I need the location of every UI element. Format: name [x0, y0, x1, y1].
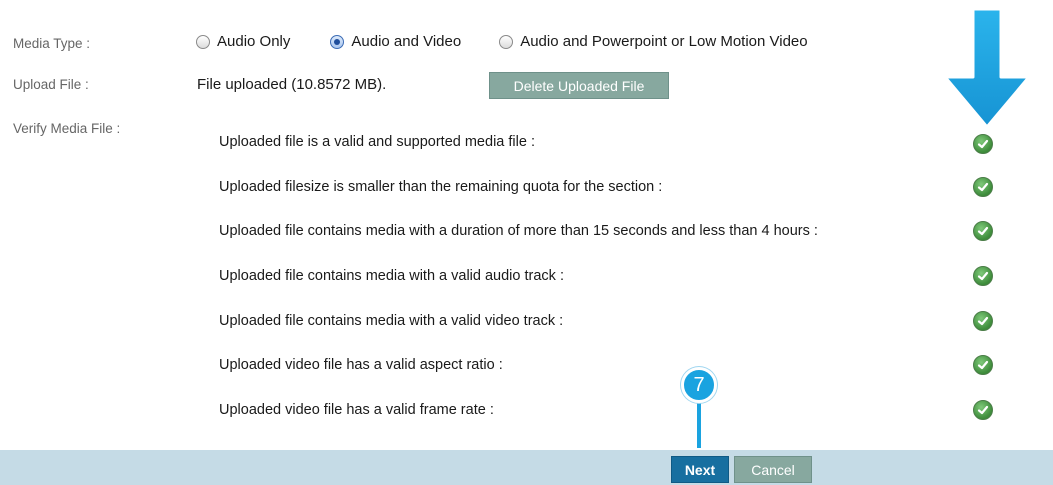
radio-label: Audio and Video	[351, 33, 462, 50]
verification-text: Uploaded file is a valid and supported m…	[219, 134, 535, 150]
radio-button[interactable]	[499, 34, 514, 49]
radio-label: Audio Only	[217, 33, 291, 50]
step-number-badge: 7	[681, 367, 717, 403]
verification-text: Uploaded video file has a valid aspect r…	[219, 357, 503, 373]
verification-item: Uploaded file contains media with a dura…	[219, 219, 983, 243]
media-type-label: Media Type :	[13, 36, 91, 51]
upload-status-text: File uploaded (10.8572 MB).	[197, 76, 387, 93]
verification-text: Uploaded file contains media with a dura…	[219, 223, 818, 239]
verification-item: Uploaded filesize is smaller than the re…	[219, 175, 983, 199]
cancel-button[interactable]: Cancel	[734, 456, 812, 483]
upload-file-label: Upload File :	[13, 77, 89, 92]
check-icon	[973, 355, 993, 375]
check-icon	[973, 221, 993, 241]
radio-audio-and-video[interactable]: Audio and Video	[330, 33, 461, 50]
radio-audio-only[interactable]: Audio Only	[196, 33, 290, 50]
media-type-radio-group: Audio Only Audio and Video Audio and Pow…	[196, 33, 848, 50]
verification-item: Uploaded file contains media with a vali…	[219, 264, 983, 288]
verification-text: Uploaded filesize is smaller than the re…	[219, 179, 663, 195]
check-icon	[973, 177, 993, 197]
verification-item: Uploaded file is a valid and supported m…	[219, 130, 983, 154]
radio-audio-and-powerpoint[interactable]: Audio and Powerpoint or Low Motion Video	[499, 33, 808, 50]
verification-text: Uploaded file contains media with a vali…	[219, 268, 564, 284]
delete-uploaded-file-button[interactable]: Delete Uploaded File	[489, 72, 669, 99]
verification-item: Uploaded video file has a valid aspect r…	[219, 353, 983, 377]
radio-button[interactable]	[196, 34, 210, 49]
verification-text: Uploaded file contains media with a vali…	[219, 313, 564, 329]
radio-label: Audio and Powerpoint or Low Motion Video	[520, 33, 808, 50]
footer-bar	[0, 450, 1053, 485]
verify-media-file-label: Verify Media File :	[13, 121, 121, 136]
check-icon	[973, 311, 993, 331]
check-icon	[973, 134, 993, 154]
next-button[interactable]: Next	[671, 456, 729, 483]
verification-item: Uploaded video file has a valid frame ra…	[219, 398, 983, 422]
check-icon	[973, 400, 993, 420]
radio-button-selected[interactable]	[330, 34, 345, 49]
verification-item: Uploaded file contains media with a vali…	[219, 309, 983, 333]
verification-text: Uploaded video file has a valid frame ra…	[219, 402, 494, 418]
down-arrow-icon	[943, 7, 1031, 129]
check-icon	[973, 266, 993, 286]
